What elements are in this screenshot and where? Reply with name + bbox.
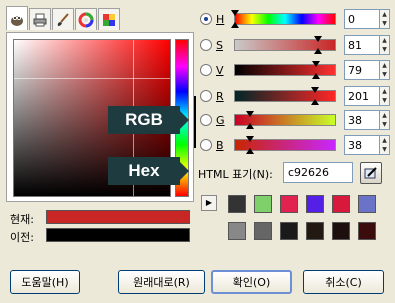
channel-h-marker [231, 10, 239, 16]
tab-palette[interactable] [98, 8, 120, 30]
history-color-swatch[interactable] [280, 195, 298, 213]
previous-color-swatch [46, 228, 190, 242]
tab-watercolor[interactable] [52, 8, 74, 30]
ok-button[interactable]: 확인(O) [211, 270, 292, 294]
spin-up-icon[interactable]: ▲ [380, 36, 389, 45]
history-color-swatch[interactable] [306, 222, 324, 240]
history-color-swatch[interactable] [254, 195, 272, 213]
spin-up-icon[interactable]: ▲ [380, 111, 389, 120]
channel-row-r: R 201 ▲ ▼ [200, 86, 390, 106]
paintbrush-icon [57, 12, 69, 26]
current-color-label: 현재: [10, 213, 34, 226]
spin-down-icon[interactable]: ▼ [380, 145, 389, 154]
channel-v-spinner[interactable]: ▲ ▼ [380, 60, 390, 80]
channel-b-input[interactable]: 38 [344, 135, 380, 155]
tab-wheel[interactable] [75, 8, 97, 30]
channel-row-g: G 38 ▲ ▼ [200, 110, 390, 130]
color-wheel-icon [78, 12, 94, 27]
channel-h-radio[interactable] [200, 13, 212, 25]
play-icon: ▶ [205, 198, 213, 207]
channel-g-radio[interactable] [200, 114, 212, 126]
channel-row-v: V 79 ▲ ▼ [200, 60, 390, 80]
help-button[interactable]: 도움말(H) [10, 270, 80, 294]
channel-r-radio[interactable] [200, 90, 212, 102]
sv-crosshair-horizontal [14, 78, 170, 79]
channel-s-slider[interactable] [234, 36, 336, 54]
spin-down-icon[interactable]: ▼ [380, 70, 389, 79]
eyedropper-icon [364, 167, 377, 179]
spin-up-icon[interactable]: ▲ [380, 10, 389, 19]
channel-s-radio[interactable] [200, 39, 212, 51]
channel-g-spinner[interactable]: ▲ ▼ [380, 110, 390, 130]
history-color-swatch[interactable] [332, 195, 350, 213]
rgb-bracket [194, 96, 200, 148]
channel-r-slider[interactable] [234, 87, 336, 105]
channel-r-input[interactable]: 201 [344, 86, 380, 106]
history-color-swatch[interactable] [254, 222, 272, 240]
reset-button[interactable]: 원래대로(R) [118, 270, 205, 294]
current-color-swatch [46, 210, 190, 224]
hex-notation-label: HTML 표기(N): [198, 168, 273, 181]
channel-row-h: H 0 ▲ ▼ [200, 9, 390, 29]
history-color-swatch[interactable] [358, 195, 376, 213]
history-color-swatch[interactable] [228, 222, 246, 240]
hex-input[interactable]: c92626 [283, 162, 353, 183]
channel-v-slider[interactable] [234, 61, 336, 79]
channel-row-b: B 38 ▲ ▼ [200, 135, 390, 155]
channel-h-input[interactable]: 0 [344, 9, 380, 29]
channel-b-label: B [216, 138, 224, 152]
channel-g-label: G [216, 113, 225, 127]
channel-row-s: S 81 ▲ ▼ [200, 35, 390, 55]
history-color-swatch[interactable] [358, 222, 376, 240]
channel-b-radio[interactable] [200, 139, 212, 151]
channel-v-input[interactable]: 79 [344, 60, 380, 80]
channel-r-spinner[interactable]: ▲ ▼ [380, 86, 390, 106]
printer-icon [33, 13, 47, 26]
history-color-swatch[interactable] [332, 222, 350, 240]
spin-down-icon[interactable]: ▼ [380, 120, 389, 129]
channel-s-label: S [216, 38, 223, 52]
history-color-swatch[interactable] [306, 195, 324, 213]
tab-gimp-picker[interactable] [6, 6, 28, 30]
channel-h-spinner[interactable]: ▲ ▼ [380, 9, 390, 29]
spin-up-icon[interactable]: ▲ [380, 61, 389, 70]
spin-down-icon[interactable]: ▼ [380, 19, 389, 28]
cancel-button[interactable]: 취소(C) [303, 270, 384, 294]
channel-b-spinner[interactable]: ▲ ▼ [380, 135, 390, 155]
spin-up-icon[interactable]: ▲ [380, 136, 389, 145]
eyedropper-button[interactable] [360, 162, 382, 184]
picker-tabs [6, 6, 121, 30]
rgb-callout: RGB [108, 106, 189, 134]
channel-b-slider[interactable] [234, 136, 336, 154]
spin-up-icon[interactable]: ▲ [380, 87, 389, 96]
gimp-wilber-icon [11, 15, 23, 26]
channel-g-input[interactable]: 38 [344, 110, 380, 130]
channel-v-radio[interactable] [200, 64, 212, 76]
history-arrow-button[interactable]: ▶ [201, 195, 217, 211]
history-color-swatch[interactable] [228, 195, 246, 213]
hex-callout: Hex [108, 157, 189, 185]
channel-s-input[interactable]: 81 [344, 35, 380, 55]
previous-color-label: 이전: [10, 231, 34, 244]
channel-g-slider[interactable] [234, 111, 336, 129]
color-palette-icon [103, 13, 115, 26]
spin-down-icon[interactable]: ▼ [380, 96, 389, 105]
tab-cmyk[interactable] [29, 8, 51, 30]
channel-s-spinner[interactable]: ▲ ▼ [380, 35, 390, 55]
spin-down-icon[interactable]: ▼ [380, 45, 389, 54]
channel-r-label: R [216, 89, 224, 103]
channel-v-label: V [216, 63, 224, 77]
channel-h-slider[interactable] [231, 10, 336, 28]
history-color-swatch[interactable] [280, 222, 298, 240]
